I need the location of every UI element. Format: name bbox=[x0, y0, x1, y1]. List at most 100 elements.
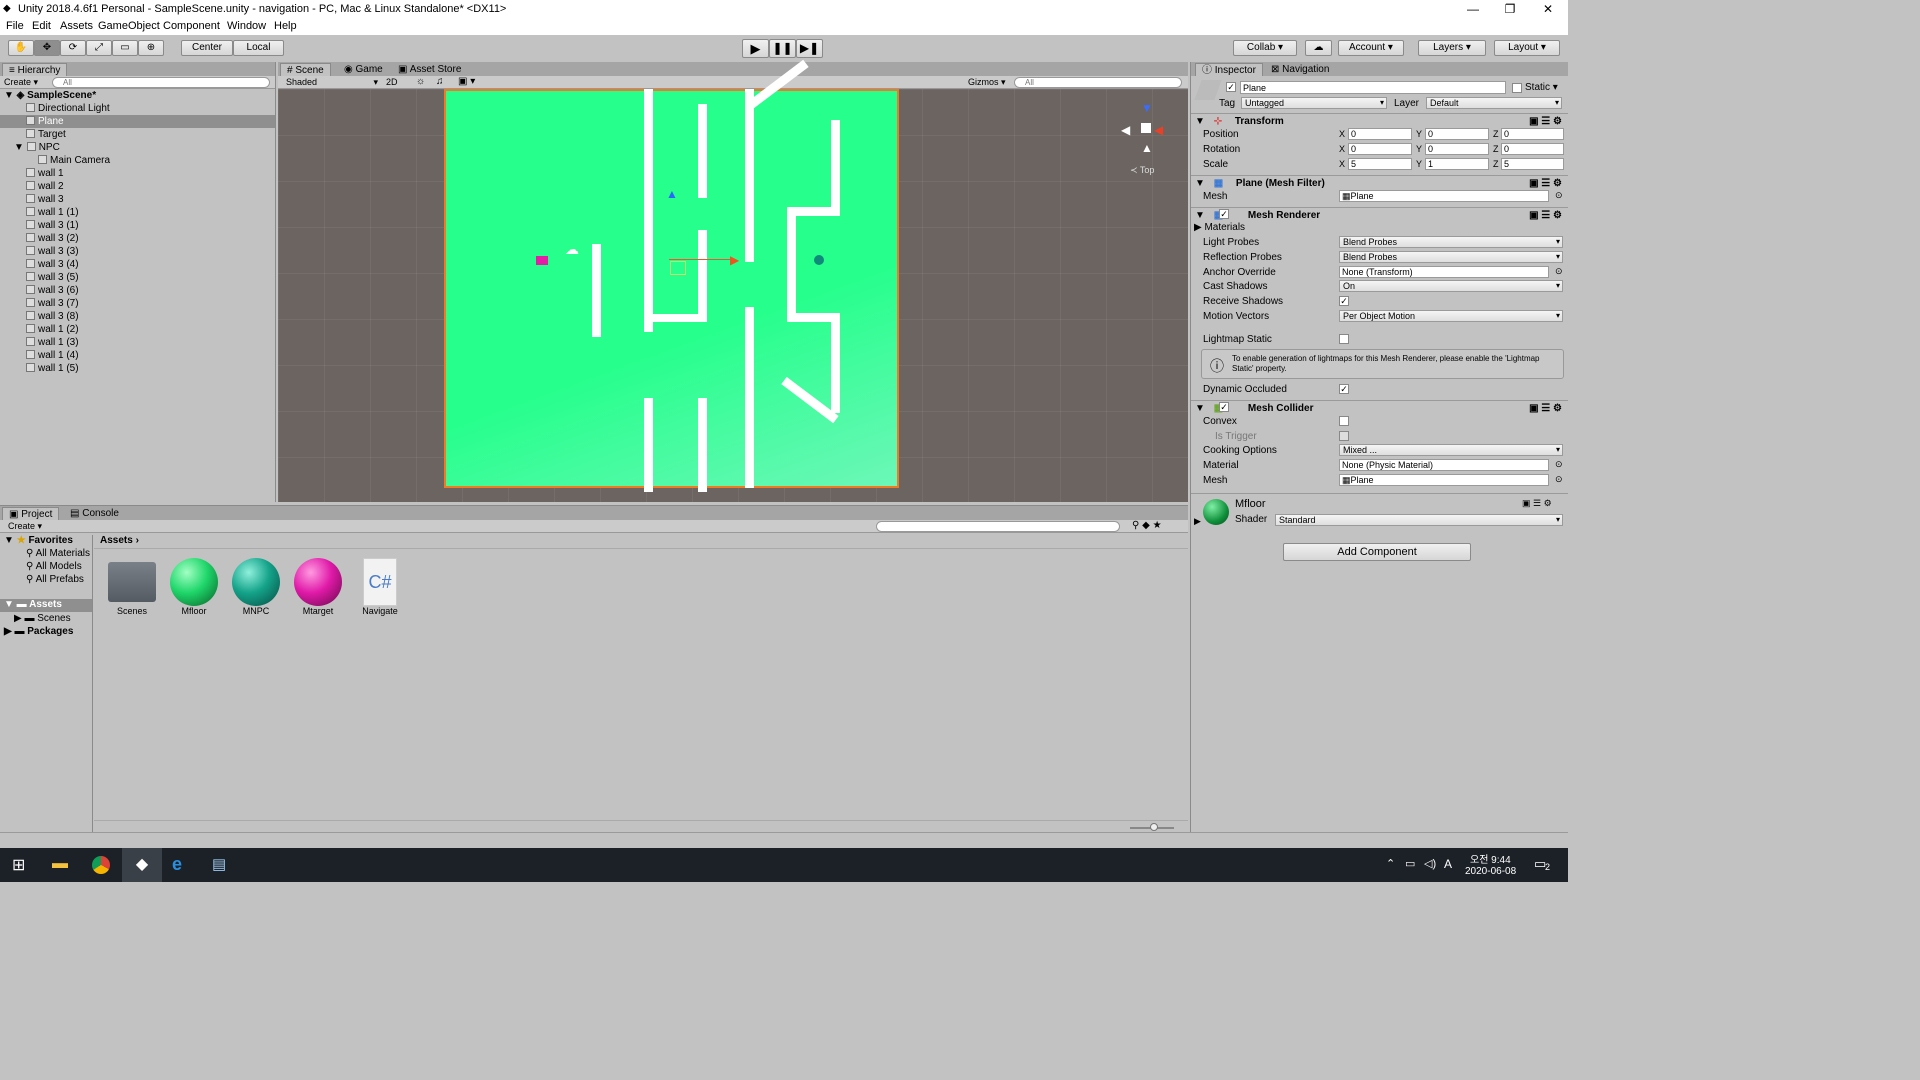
asset-item[interactable]: MNPC bbox=[230, 558, 282, 616]
directional-light-icon[interactable]: ☁ bbox=[565, 241, 579, 258]
layout-button[interactable]: Layout ▾ bbox=[1494, 40, 1560, 56]
scene-root-row[interactable]: ▼ ◈ SampleScene* bbox=[0, 89, 275, 102]
layer-dropdown[interactable]: Default bbox=[1426, 97, 1562, 109]
rotation-z-field[interactable] bbox=[1501, 143, 1564, 155]
foldout-arrow-icon[interactable]: ▼ bbox=[1195, 403, 1205, 414]
gizmo-center-cube[interactable] bbox=[1141, 123, 1151, 133]
pivot-center-button[interactable]: Center bbox=[181, 40, 233, 56]
pause-button[interactable]: ❚❚ bbox=[769, 39, 796, 58]
tab-console[interactable]: ▤ Console bbox=[64, 507, 125, 520]
menu-edit[interactable]: Edit bbox=[32, 20, 51, 32]
rotation-y-field[interactable] bbox=[1425, 143, 1489, 155]
play-button[interactable]: ▶ bbox=[742, 39, 769, 58]
collab-button[interactable]: Collab ▾ bbox=[1233, 40, 1297, 56]
mesh-renderer-enabled-checkbox[interactable]: ✓ bbox=[1219, 209, 1229, 219]
favorite-item[interactable]: ⚲ All Models bbox=[26, 561, 82, 572]
hierarchy-item[interactable]: wall 3 (3) bbox=[0, 245, 275, 258]
reflection-probes-dropdown[interactable]: Blend Probes bbox=[1339, 251, 1563, 263]
hierarchy-item[interactable]: wall 3 bbox=[0, 193, 275, 206]
hierarchy-item[interactable]: wall 1 (4) bbox=[0, 349, 275, 362]
gizmos-dropdown[interactable]: Gizmos ▾ bbox=[968, 77, 1006, 88]
audio-icon[interactable]: ♫ bbox=[436, 76, 444, 87]
static-dropdown[interactable]: Static ▾ bbox=[1525, 82, 1558, 93]
object-picker-icon[interactable]: ⊙ bbox=[1555, 190, 1563, 201]
mesh-filter-mesh-field[interactable]: ▦Plane bbox=[1339, 190, 1549, 202]
component-menu-icon[interactable]: ▣ ☰ ⚙ bbox=[1529, 176, 1562, 191]
hierarchy-search-input[interactable] bbox=[52, 77, 270, 88]
position-z-field[interactable] bbox=[1501, 128, 1564, 140]
file-explorer-icon[interactable]: ▬ bbox=[52, 855, 68, 873]
hierarchy-item-selected[interactable]: Plane bbox=[0, 115, 275, 128]
materials-foldout[interactable]: ▶ Materials bbox=[1194, 222, 1245, 233]
mesh-renderer-header[interactable]: ▼ ▦ Mesh Renderer ▣ ☰ ⚙ bbox=[1191, 207, 1568, 222]
cloud-icon[interactable]: ☁ bbox=[1305, 40, 1332, 56]
tab-asset-store[interactable]: ▣ Asset Store bbox=[392, 63, 467, 76]
mesh-filter-header[interactable]: ▼ ▦ Plane (Mesh Filter) ▣ ☰ ⚙ bbox=[1191, 175, 1568, 190]
collider-mesh-field[interactable]: ▦Plane bbox=[1339, 474, 1549, 486]
chrome-icon[interactable] bbox=[92, 856, 110, 874]
app-window-icon[interactable]: ▤ bbox=[212, 855, 226, 873]
hierarchy-item[interactable]: wall 2 bbox=[0, 180, 275, 193]
object-picker-icon[interactable]: ⊙ bbox=[1555, 474, 1563, 485]
position-y-field[interactable] bbox=[1425, 128, 1489, 140]
clock-time[interactable]: 오전 9:44 bbox=[1470, 851, 1511, 866]
shading-mode-dropdown[interactable]: Shaded ▾ bbox=[286, 77, 378, 87]
project-search-input[interactable] bbox=[876, 521, 1120, 532]
component-menu-icon[interactable]: ▣ ☰ ⚙ bbox=[1522, 498, 1552, 509]
hierarchy-item[interactable]: wall 3 (6) bbox=[0, 284, 275, 297]
anchor-override-field[interactable]: None (Transform) bbox=[1339, 266, 1549, 278]
scale-x-field[interactable] bbox=[1348, 158, 1412, 170]
wall-segment[interactable] bbox=[644, 89, 653, 332]
wall-segment[interactable] bbox=[644, 314, 698, 322]
favorite-item[interactable]: ⚲ All Prefabs bbox=[26, 574, 84, 585]
wall-segment[interactable] bbox=[592, 244, 601, 337]
object-picker-icon[interactable]: ⊙ bbox=[1555, 266, 1563, 277]
account-button[interactable]: Account ▾ bbox=[1338, 40, 1404, 56]
menu-file[interactable]: File bbox=[6, 20, 24, 32]
wall-segment[interactable] bbox=[745, 89, 754, 262]
wall-segment[interactable] bbox=[831, 313, 840, 413]
step-button[interactable]: ▶❚ bbox=[796, 39, 823, 58]
orientation-gizmo[interactable]: ▼ ◀ ◀ ▲ bbox=[1118, 97, 1178, 157]
assets-folder-row[interactable]: ▼ ▬ Assets bbox=[0, 599, 92, 612]
cooking-options-dropdown[interactable]: Mixed ... bbox=[1339, 444, 1563, 456]
hierarchy-item[interactable]: wall 1 (3) bbox=[0, 336, 275, 349]
rotation-x-field[interactable] bbox=[1348, 143, 1412, 155]
convex-checkbox[interactable] bbox=[1339, 416, 1349, 426]
move-gizmo-plane-handle[interactable] bbox=[670, 261, 686, 275]
tab-hierarchy[interactable]: ≡ Hierarchy bbox=[2, 63, 68, 76]
transform-tool-icon[interactable]: ⊕ bbox=[138, 40, 164, 56]
add-component-button[interactable]: Add Component bbox=[1283, 543, 1471, 561]
hierarchy-item[interactable]: wall 1 (1) bbox=[0, 206, 275, 219]
hierarchy-item[interactable]: wall 3 (7) bbox=[0, 297, 275, 310]
gizmo-x-cone-icon[interactable]: ◀ bbox=[1154, 123, 1163, 137]
wall-segment[interactable] bbox=[644, 398, 653, 492]
tree-folder-item[interactable]: ▶ ▬ Scenes bbox=[14, 613, 71, 624]
cast-shadows-dropdown[interactable]: On bbox=[1339, 280, 1563, 292]
light-probes-dropdown[interactable]: Blend Probes bbox=[1339, 236, 1563, 248]
windows-start-icon[interactable]: ⊞ bbox=[12, 855, 25, 875]
is-trigger-checkbox[interactable] bbox=[1339, 431, 1349, 441]
wall-segment[interactable] bbox=[698, 398, 707, 492]
move-tool-icon[interactable]: ✥ bbox=[34, 40, 60, 56]
scene-search-input[interactable] bbox=[1014, 77, 1182, 88]
rect-tool-icon[interactable]: ▭ bbox=[112, 40, 138, 56]
receive-shadows-checkbox[interactable]: ✓ bbox=[1339, 296, 1349, 306]
asset-item[interactable]: Scenes bbox=[106, 558, 158, 616]
lighting-icon[interactable]: ☼ bbox=[416, 76, 425, 87]
volume-icon[interactable]: ◁) bbox=[1424, 857, 1436, 870]
project-create-button[interactable]: Create ▾ bbox=[8, 521, 42, 532]
lightmap-static-checkbox[interactable] bbox=[1339, 334, 1349, 344]
hierarchy-item[interactable]: wall 1 (2) bbox=[0, 323, 275, 336]
scale-y-field[interactable] bbox=[1425, 158, 1489, 170]
effects-icon[interactable]: ▣ ▾ bbox=[458, 76, 475, 87]
hierarchy-item[interactable]: Main Camera bbox=[0, 154, 275, 167]
tag-dropdown[interactable]: Untagged bbox=[1241, 97, 1387, 109]
internet-explorer-icon[interactable]: e bbox=[172, 854, 182, 875]
hierarchy-item[interactable]: ▼ NPC bbox=[0, 141, 275, 154]
wall-segment[interactable] bbox=[745, 307, 754, 488]
packages-folder-row[interactable]: ▶ ▬ Packages bbox=[4, 626, 73, 637]
hand-tool-icon[interactable]: ✋ bbox=[8, 40, 34, 56]
target-cube[interactable] bbox=[536, 256, 548, 265]
tab-project[interactable]: ▣ Project bbox=[2, 507, 60, 520]
